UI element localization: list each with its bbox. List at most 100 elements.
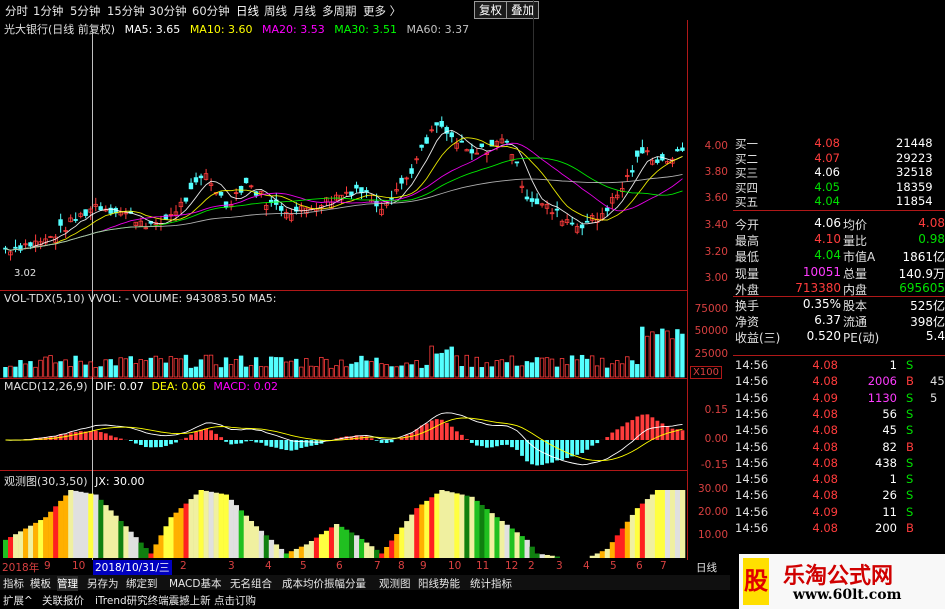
volume-bar	[670, 338, 675, 378]
stat-label: 总量	[843, 266, 868, 281]
gct-bar	[103, 505, 109, 558]
candle-body	[635, 150, 640, 157]
volume-bar	[183, 354, 189, 378]
tab-unnamed-combo[interactable]: 无名组合	[230, 576, 272, 591]
stat-value: 525亿	[910, 299, 945, 313]
candle-body	[223, 201, 229, 208]
stat-label: 今开	[735, 218, 760, 232]
tick-side: B	[906, 374, 914, 389]
itrend-promo-link[interactable]: iTrend研究终端震撼上新 点击订购	[95, 593, 256, 608]
ma20-line	[5, 142, 683, 251]
tab-manage[interactable]: 管理	[57, 576, 78, 591]
tick-price: 4.08	[812, 406, 838, 421]
gct-bar	[644, 499, 651, 558]
candle-body	[569, 222, 575, 225]
tab-observation-chart[interactable]: 观测图	[379, 576, 411, 591]
gct-bar	[549, 555, 555, 558]
gct-bar	[38, 520, 44, 558]
date-label: 10	[72, 560, 86, 572]
volume-bar	[138, 359, 144, 378]
tab-bind-to[interactable]: 绑定到	[126, 576, 158, 591]
date-label: 10	[448, 560, 462, 572]
date-period: 日线	[696, 562, 717, 574]
gct-bar	[449, 492, 455, 558]
volume-bar	[193, 366, 199, 378]
gct-bar	[223, 494, 229, 558]
volume-bar	[359, 355, 364, 378]
volume-bar	[263, 366, 269, 378]
gct-bar	[369, 546, 375, 558]
volume-bar	[203, 354, 209, 378]
tick-time: 14:56	[735, 423, 769, 438]
gct-legend: 观测图(30,3,50) JX: 30.00	[4, 473, 145, 489]
tab-statistics[interactable]: 统计指标	[470, 576, 512, 591]
vol-tick: 50000	[694, 325, 728, 337]
volume-bar	[449, 346, 454, 378]
related-quotes-button[interactable]: 关联报价	[42, 593, 84, 608]
gct-bar	[479, 504, 485, 558]
gct-bar	[424, 500, 430, 558]
gct-bar	[599, 551, 606, 558]
date-label: 4	[583, 560, 590, 572]
gct-bar	[258, 530, 265, 558]
date-label: 8	[398, 560, 405, 572]
expand-button[interactable]: 扩展^	[3, 593, 33, 608]
volume-bar	[414, 360, 419, 378]
volume-bar	[13, 366, 18, 378]
volume-bar	[529, 362, 535, 378]
volume-bar	[158, 358, 164, 378]
tick-price: 4.09	[812, 390, 838, 405]
volume-bar	[369, 361, 374, 378]
volume-bar	[604, 367, 610, 378]
gct-bar	[664, 490, 671, 558]
gct-bar	[429, 497, 435, 558]
tick-volume: 56	[882, 406, 897, 421]
gct-bar	[123, 526, 129, 558]
gct-bar	[163, 526, 169, 558]
volume-bar	[625, 356, 630, 378]
gct-bar	[464, 495, 470, 558]
stat-value: 10051	[802, 264, 841, 279]
tab-template[interactable]: 模板	[30, 576, 51, 591]
tab-save-as[interactable]: 另存为	[87, 576, 119, 591]
stat-value: 4.04	[814, 248, 841, 263]
tab-bull-momentum[interactable]: 阳线势能	[418, 576, 460, 591]
volume-bar	[43, 356, 48, 378]
gct-bar	[619, 528, 626, 558]
volume-bar	[233, 359, 239, 378]
candle-body	[479, 143, 485, 148]
volume-bar	[469, 366, 474, 378]
tick-side: S	[906, 472, 914, 487]
gct-bar	[28, 525, 34, 558]
macd-tick: 0.00	[704, 433, 728, 445]
volume-bar	[504, 362, 510, 378]
candle-body	[459, 140, 464, 143]
tab-macd-basic[interactable]: MACD基本	[169, 576, 221, 591]
volume-bar	[389, 366, 394, 378]
gct-bar	[88, 493, 94, 558]
gct-bar	[58, 500, 64, 558]
tab-indicator[interactable]: 指标	[3, 576, 24, 591]
tab-cost-amplitude[interactable]: 成本均价振幅分量	[282, 576, 366, 591]
volume-bar	[459, 366, 464, 378]
bid-price: 4.06	[814, 165, 840, 179]
volume-bar	[299, 366, 304, 378]
stat-value: 0.520	[806, 329, 841, 344]
volume-bar	[635, 364, 640, 378]
volume-bar	[439, 352, 444, 378]
candle-body	[579, 224, 585, 229]
stat-value: 1861亿	[902, 250, 945, 265]
stat-value: 713380	[795, 280, 841, 295]
tick-volume: 2006	[867, 374, 897, 389]
volume-bar	[238, 355, 244, 378]
volume-bar	[569, 355, 575, 378]
ma30-line	[5, 157, 683, 251]
stat-label: 现量	[735, 266, 760, 281]
tick-time: 14:56	[735, 358, 769, 372]
volume-bar	[83, 364, 88, 378]
date-label: 12	[505, 560, 519, 572]
volume-bar	[188, 367, 194, 378]
tick-side: S	[906, 390, 914, 405]
gct-bar	[308, 541, 315, 558]
bid-label: 买五	[735, 195, 758, 209]
